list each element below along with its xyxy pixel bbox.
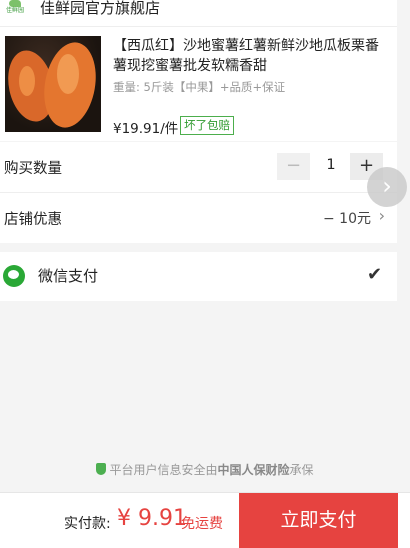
chevron-right-icon[interactable]: › [367, 167, 407, 207]
store-name: 佳鲜园官方旗舰店 [40, 0, 161, 17]
quantity-decrease-button[interactable]: − [277, 153, 310, 180]
wechat-pay-icon [3, 265, 25, 287]
product-spec: 重量: 5斤装【中果】+品质+保证 [113, 80, 286, 94]
store-coupon-row[interactable]: 店铺优惠 − 10元 › [0, 193, 397, 243]
guarantee-badge: 坏了包赔 [180, 116, 234, 135]
total-label: 实付款: [64, 516, 111, 532]
order-options: 购买数量 − 1 + 店铺优惠 − 10元 › [0, 142, 397, 243]
pay-now-button[interactable]: 立即支付 [239, 493, 398, 548]
checkmark-icon: ✔ [367, 264, 383, 285]
coupon-value: − 10元 [323, 211, 371, 227]
store-header[interactable]: 佳鲜园 佳鲜园官方旗舰店 [0, 0, 397, 27]
security-note: 平台用户信息安全由中国人保财险承保 [0, 461, 410, 478]
total-amount: ¥ 9.91 [117, 506, 187, 531]
product-price: ¥19.91/件 [113, 121, 179, 137]
store-logo-icon: 佳鲜园 [5, 0, 25, 16]
security-suffix: 承保 [289, 463, 314, 477]
checkout-bar: 实付款: ¥ 9.91 免运费 立即支付 [0, 492, 410, 548]
product-image [5, 36, 101, 132]
security-prefix: 平台用户信息安全由 [109, 463, 218, 477]
payment-method-wechat[interactable]: 微信支付 ✔ [0, 252, 397, 301]
chevron-right-icon: › [378, 206, 385, 225]
product-card[interactable]: 【西瓜红】沙地蜜薯红薯新鲜沙地瓜板栗番薯现挖蜜薯批发软糯香甜 重量: 5斤装【中… [0, 27, 397, 141]
product-title: 【西瓜红】沙地蜜薯红薯新鲜沙地瓜板栗番薯现挖蜜薯批发软糯香甜 [113, 38, 379, 74]
insurer-name: 中国人保财险 [217, 463, 290, 477]
coupon-label: 店铺优惠 [4, 212, 62, 228]
payment-method-label: 微信支付 [38, 267, 99, 285]
quantity-value[interactable]: 1 [315, 157, 347, 173]
shield-icon [96, 463, 107, 475]
quantity-label: 购买数量 [4, 161, 62, 177]
quantity-row: 购买数量 − 1 + [0, 142, 397, 193]
free-shipping-label: 免运费 [181, 516, 223, 532]
